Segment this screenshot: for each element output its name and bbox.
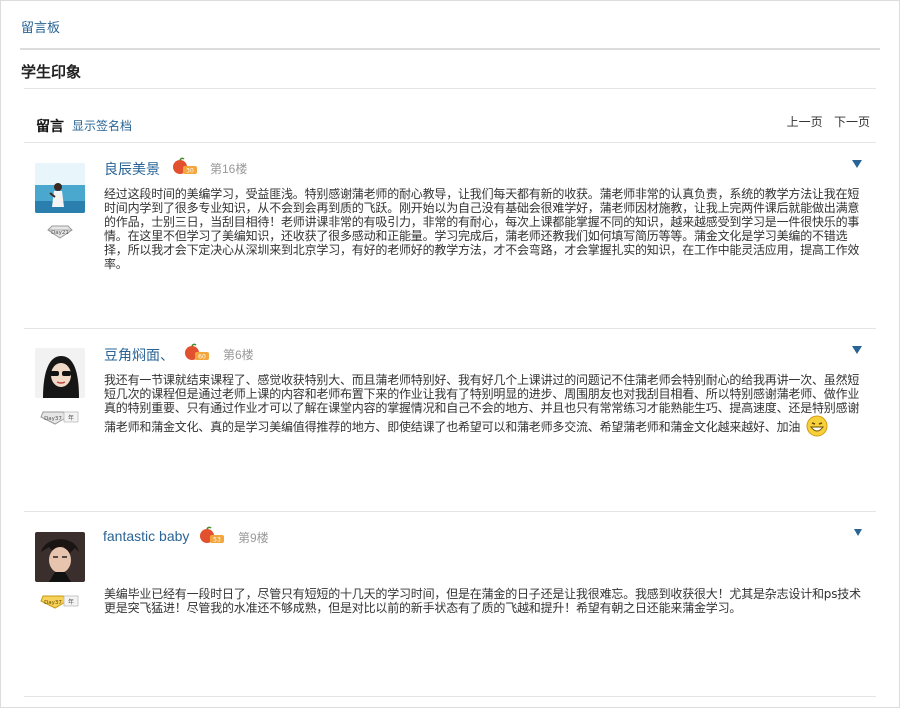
top-divider	[20, 48, 880, 50]
show-signature-link[interactable]: 显示签名档	[72, 117, 132, 134]
floor-number: 第6楼	[223, 348, 254, 362]
post-body-text: 我还有一节课就结束课程了、感觉收获特别大、而且蒲老师特别好、我有好几个上课讲过的…	[104, 373, 860, 434]
guestbook-link[interactable]: 留言板	[21, 17, 60, 36]
post-item: Day21 良辰美景 30 第16楼 经过这段时间的美编学习，受益匪浅。特别感谢…	[24, 143, 876, 328]
post-body: 经过这段时间的美编学习，受益匪浅。特别感谢蒲老师的耐心教导，让我们每天都有新的收…	[104, 187, 860, 271]
post-author[interactable]: 良辰美景	[104, 159, 160, 179]
expand-arrow-icon[interactable]	[854, 529, 862, 536]
fruit-level-icon: 30	[171, 157, 199, 175]
post-author[interactable]: fantastic baby	[103, 528, 189, 544]
badge-label: 年	[68, 414, 74, 422]
laughing-emoji-icon	[806, 415, 828, 440]
diamond-badge-icon: Day21	[40, 223, 80, 239]
badge-label: Day21	[51, 230, 69, 236]
post-body: 美编毕业已经有一段时日了，尽管只有短短的十几天的学习时间，但是在蒲金的日子还是让…	[104, 587, 861, 615]
diamond-badge-icon: Day37 年	[40, 409, 80, 425]
post-divider	[24, 696, 876, 697]
avatar[interactable]	[35, 348, 85, 398]
fruit-level-icon: 53	[198, 526, 226, 544]
expand-arrow-icon[interactable]	[852, 160, 862, 168]
badge-label: 年	[68, 598, 74, 606]
next-page-link[interactable]: 下一页	[834, 115, 870, 129]
floor-number: 第9楼	[238, 531, 269, 545]
prev-page-link[interactable]: 上一页	[787, 115, 823, 129]
badge-label: Day37	[44, 600, 62, 606]
pager: 上一页 下一页	[779, 113, 870, 130]
level-number: 60	[198, 354, 206, 361]
avatar[interactable]	[35, 532, 85, 582]
section-divider	[24, 88, 876, 89]
post-body: 我还有一节课就结束课程了、感觉收获特别大、而且蒲老师特别好、我有好几个上课讲过的…	[104, 373, 862, 440]
expand-arrow-icon[interactable]	[852, 346, 862, 354]
post-item: Day37 年 fantastic baby 53 第9楼 美编毕业已经有一段时…	[24, 512, 876, 696]
post-author[interactable]: 豆角焖面、	[104, 345, 174, 365]
fruit-level-icon: 60	[183, 343, 211, 361]
level-number: 30	[186, 168, 194, 175]
avatar[interactable]	[35, 163, 85, 213]
section-title: 学生印象	[21, 64, 82, 81]
floor-number: 第16楼	[210, 162, 248, 176]
messages-title: 留言	[36, 118, 64, 134]
messages-header: 留言 显示签名档 上一页 下一页	[24, 106, 876, 143]
gold-badge-icon: Day37 年	[40, 593, 80, 609]
badge-label: Day37	[44, 416, 62, 422]
post-item: Day37 年 豆角焖面、 60 第6楼 我还有一节课就结束课程了、感觉收获特别…	[24, 329, 876, 511]
level-number: 53	[213, 537, 221, 544]
